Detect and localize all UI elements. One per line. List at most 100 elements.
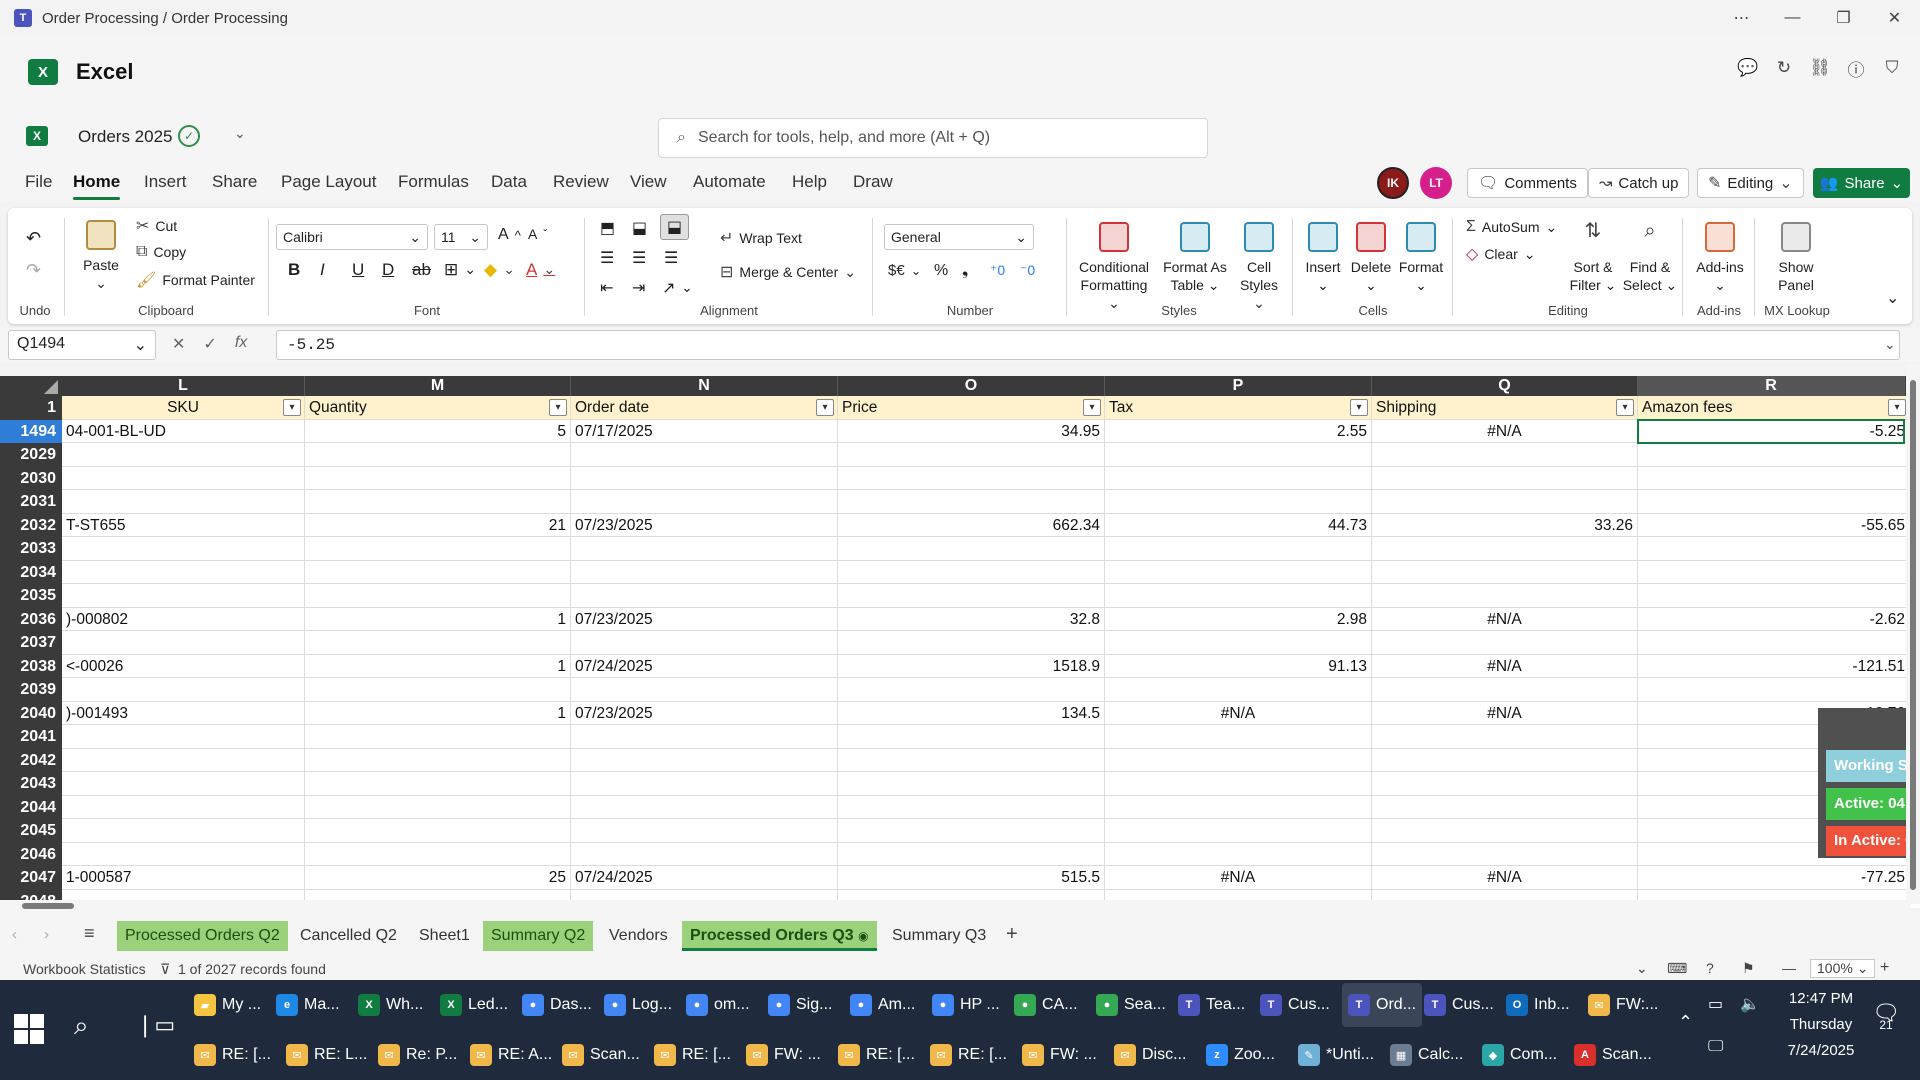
format-cells-button[interactable]: Format ⌄ — [1396, 222, 1446, 294]
cell[interactable] — [1372, 772, 1638, 796]
taskbar-item[interactable]: ✉ FW: ... — [1022, 1033, 1097, 1077]
tab-help[interactable]: Help — [792, 172, 827, 192]
cell[interactable] — [1372, 678, 1638, 702]
battery-icon[interactable]: ▭ — [1708, 994, 1723, 1014]
cell[interactable] — [305, 537, 571, 561]
row-header[interactable]: 2041 — [0, 725, 62, 749]
tab-draw[interactable]: Draw — [853, 172, 893, 192]
taskbar-item[interactable]: ● Sea... — [1096, 983, 1166, 1027]
cell[interactable] — [1372, 466, 1638, 490]
decrease-decimal-icon[interactable]: ⁻0 — [1020, 262, 1035, 279]
feedback-icon[interactable]: ⚑ — [1742, 960, 1755, 977]
format-painter-button[interactable]: 🖌 Format Painter — [136, 270, 255, 290]
cell[interactable] — [838, 725, 1105, 749]
cell[interactable] — [1638, 537, 1910, 561]
cell[interactable] — [62, 842, 305, 866]
cell[interactable] — [1372, 631, 1638, 655]
filter-dropdown-icon[interactable]: ▾ — [1083, 399, 1101, 416]
cell[interactable] — [305, 772, 571, 796]
cell-styles-button[interactable]: Cell Styles ⌄ — [1234, 222, 1284, 312]
taskbar-item[interactable]: A Scan... — [1574, 1033, 1652, 1077]
taskbar-item[interactable]: ✉ RE: L... — [286, 1033, 367, 1077]
row-header[interactable]: 2040 — [0, 702, 62, 726]
taskbar-item[interactable]: O Inb... — [1506, 983, 1570, 1027]
number-format-select[interactable]: General ⌄ — [884, 224, 1034, 250]
chat-icon[interactable]: 💬 — [1737, 58, 1758, 78]
sheet-tab[interactable]: Sheet1 — [411, 921, 478, 951]
function-icon[interactable]: fx — [235, 334, 247, 354]
bold-icon[interactable]: B — [288, 260, 300, 280]
cell[interactable]: 2.98 — [1105, 607, 1372, 631]
cell[interactable]: 1518.9 — [838, 654, 1105, 678]
cell[interactable] — [305, 819, 571, 843]
borders-icon[interactable]: ⊞ ⌄ — [444, 260, 476, 280]
currency-icon[interactable]: $€ ⌄ — [888, 262, 921, 279]
cell[interactable] — [838, 842, 1105, 866]
cell[interactable] — [62, 537, 305, 561]
cell[interactable] — [571, 725, 838, 749]
cell[interactable]: 33.26 — [1372, 513, 1638, 537]
row-header[interactable]: 2035 — [0, 584, 62, 608]
tab-share[interactable]: Share — [212, 172, 257, 192]
header-cell[interactable]: Order date ▾ — [571, 396, 838, 420]
cell[interactable] — [571, 678, 838, 702]
cell[interactable]: #N/A — [1372, 607, 1638, 631]
cell[interactable]: 2.55 — [1105, 419, 1372, 443]
column-header-M[interactable]: M — [305, 376, 571, 396]
cell[interactable]: -77.25 — [1638, 866, 1910, 890]
cell[interactable]: 07/23/2025 — [571, 513, 838, 537]
tab-page-layout[interactable]: Page Layout — [281, 172, 376, 192]
cell[interactable] — [1372, 795, 1638, 819]
taskbar-item[interactable]: ✉ RE: [... — [930, 1033, 1007, 1077]
cell[interactable]: <-00026 — [62, 654, 305, 678]
column-header-L[interactable]: L — [62, 376, 305, 396]
conditional-formatting-button[interactable]: Conditional Formatting ⌄ — [1074, 222, 1154, 312]
tab-data[interactable]: Data — [491, 172, 527, 192]
addins-button[interactable]: Add-ins ⌄ — [1692, 222, 1748, 294]
cell[interactable] — [1105, 584, 1372, 608]
column-header-N[interactable]: N — [571, 376, 838, 396]
cell[interactable] — [838, 819, 1105, 843]
cell[interactable] — [1105, 443, 1372, 467]
add-sheet-icon[interactable]: + — [1006, 923, 1018, 946]
tab-home[interactable]: Home — [73, 172, 121, 200]
cell[interactable] — [305, 466, 571, 490]
cell[interactable]: 91.13 — [1105, 654, 1372, 678]
cell[interactable] — [1105, 819, 1372, 843]
underline-icon[interactable]: U — [352, 260, 364, 280]
cell[interactable] — [1105, 795, 1372, 819]
cell[interactable]: 1 — [305, 607, 571, 631]
cell[interactable] — [1372, 842, 1638, 866]
cell[interactable]: #N/A — [1105, 701, 1372, 725]
row-header[interactable]: 1 — [0, 396, 62, 420]
orientation-icon[interactable]: ↗ ⌄ — [662, 278, 693, 298]
cell[interactable]: -121.51 — [1638, 654, 1910, 678]
header-cell[interactable]: Shipping ▾ — [1372, 396, 1638, 420]
comma-style-icon[interactable]: ❟ — [962, 262, 968, 280]
cell[interactable] — [305, 631, 571, 655]
cell[interactable]: 1 — [305, 654, 571, 678]
align-bottom-icon[interactable]: ⬓ — [660, 214, 690, 240]
taskbar-item[interactable]: X Wh... — [358, 983, 423, 1027]
close-icon[interactable]: ✕ — [1869, 0, 1920, 36]
taskbar-item[interactable]: ✉ RE: A... — [470, 1033, 552, 1077]
cell[interactable]: #N/A — [1372, 419, 1638, 443]
align-middle-icon[interactable]: ⬓ — [632, 218, 647, 238]
info-icon[interactable]: ⓘ — [1846, 58, 1866, 80]
cell[interactable]: #N/A — [1372, 654, 1638, 678]
header-cell[interactable]: Price ▾ — [838, 396, 1105, 420]
cell[interactable] — [305, 725, 571, 749]
cell[interactable] — [62, 795, 305, 819]
cell[interactable] — [305, 795, 571, 819]
tab-view[interactable]: View — [630, 172, 667, 192]
row-header[interactable]: 2043 — [0, 772, 62, 796]
taskbar-item[interactable]: ● CA... — [1014, 983, 1078, 1027]
percent-icon[interactable]: % — [934, 262, 948, 280]
cell[interactable]: 5 — [305, 419, 571, 443]
cell[interactable] — [1372, 443, 1638, 467]
taskbar-item[interactable]: z Zoo... — [1206, 1033, 1275, 1077]
minimize-icon[interactable]: — — [1767, 0, 1818, 36]
formula-input[interactable]: -5.25 — [276, 330, 1900, 360]
redo-icon[interactable]: ↷ — [26, 260, 41, 281]
cell[interactable] — [838, 560, 1105, 584]
